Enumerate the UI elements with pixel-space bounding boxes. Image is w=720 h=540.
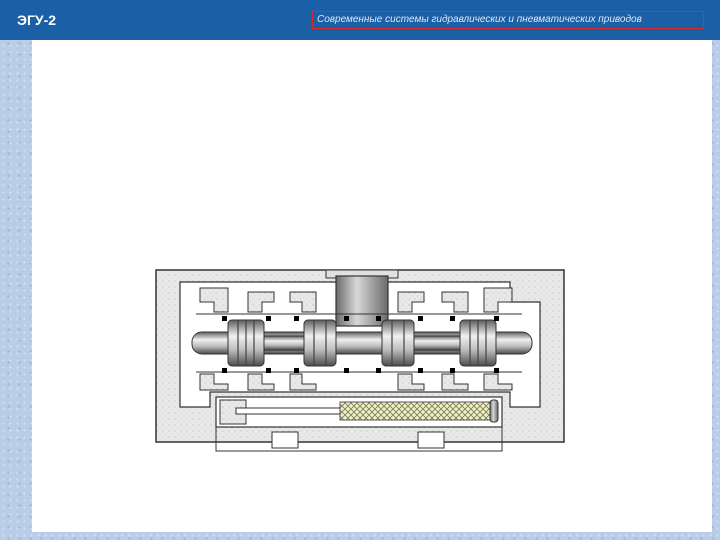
filter-insert <box>339 401 493 421</box>
spool-valve-diagram <box>155 269 565 452</box>
bottom-port-left <box>271 431 299 449</box>
header-bar: ЭГУ-2 Современные системы гидравлических… <box>0 0 720 40</box>
bottom-port-right <box>417 431 445 449</box>
course-title: Современные системы гидравлических и пне… <box>312 11 704 29</box>
filter-end-cap <box>489 399 499 423</box>
slide-id: ЭГУ-2 <box>17 12 57 28</box>
